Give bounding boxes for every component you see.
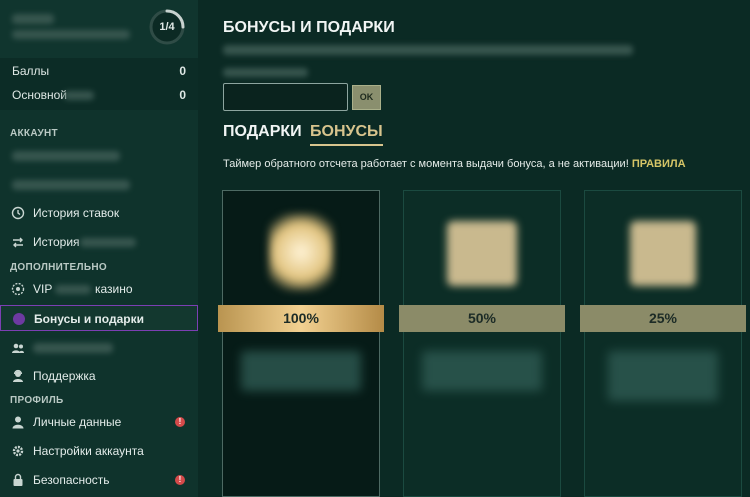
balance-currency-blurred — [64, 91, 94, 100]
vip-badge-icon — [11, 282, 25, 296]
balance-value: 0 — [179, 64, 186, 78]
bonus-card-50[interactable] — [403, 190, 561, 497]
bonus-card-image — [630, 221, 696, 286]
sidebar-item-support[interactable]: Поддержка — [0, 363, 198, 389]
sidebar-item-label-suffix: казино — [95, 282, 133, 296]
balance-main: Основной 0 — [12, 85, 186, 105]
user-icon — [11, 415, 25, 429]
sidebar-item-label: Бонусы и подарки — [34, 312, 144, 326]
sidebar-item-label: История — [33, 235, 80, 249]
blurred-label — [55, 285, 91, 294]
blurred-label — [12, 180, 130, 190]
blurred-label — [33, 343, 113, 353]
swap-arrows-icon — [11, 235, 25, 249]
clock-icon — [11, 206, 25, 220]
page-title: БОНУСЫ И ПОДАРКИ — [223, 19, 395, 36]
timer-notice: Таймер обратного отсчета работает с моме… — [223, 158, 686, 170]
bonus-card-text-blurred — [608, 351, 718, 401]
rules-link[interactable]: ПРАВИЛА — [632, 158, 686, 170]
bonus-card-text-blurred — [422, 351, 542, 391]
bonus-card-image — [269, 213, 333, 291]
bonus-percent-badge: 100% — [218, 305, 384, 332]
sidebar-item-security[interactable]: Безопасность ! — [0, 467, 198, 493]
gift-icon — [12, 312, 26, 326]
users-icon — [11, 341, 25, 355]
balances: Баллы 0 Основной 0 — [0, 58, 198, 110]
username-blurred — [12, 14, 54, 24]
bonus-percent-badge: 50% — [399, 305, 565, 332]
timer-notice-text: Таймер обратного отсчета работает с моме… — [223, 158, 629, 170]
sidebar-item-label: Личные данные — [33, 415, 122, 429]
description-blurred — [223, 45, 633, 55]
sidebar: 1/4 Баллы 0 Основной 0 АККАУНТ История с… — [0, 0, 198, 497]
support-agent-icon — [11, 369, 25, 383]
bonus-card-text-blurred — [241, 351, 361, 391]
section-title-account: АККАУНТ — [10, 128, 58, 139]
bonus-card-100[interactable] — [222, 190, 380, 497]
main-content: БОНУСЫ И ПОДАРКИ OK ПОДАРКИ БОНУСЫ Тайме… — [198, 0, 750, 497]
tab-gifts[interactable]: ПОДАРКИ — [223, 123, 302, 141]
lock-icon — [11, 473, 25, 487]
alert-icon: ! — [175, 475, 185, 485]
promo-code-input[interactable] — [223, 83, 348, 111]
sidebar-item-label: Безопасность — [33, 473, 110, 487]
blurred-label — [80, 238, 136, 247]
bonus-percent-badge: 25% — [580, 305, 746, 332]
sidebar-item-bonuses[interactable]: Бонусы и подарки — [0, 305, 198, 331]
balance-value: 0 — [179, 88, 186, 102]
section-title-extra: ДОПОЛНИТЕЛЬНО — [10, 262, 107, 273]
sidebar-item-label: Настройки аккаунта — [33, 444, 144, 458]
balance-label: Основной — [12, 88, 68, 102]
sidebar-item-blurred-2[interactable] — [0, 172, 198, 198]
bonus-card-25[interactable] — [584, 190, 742, 497]
user-card: 1/4 — [0, 0, 198, 58]
user-id-blurred — [12, 30, 130, 39]
balance-points: Баллы 0 — [12, 61, 186, 81]
alert-icon: ! — [175, 417, 185, 427]
progress-label: 1/4 — [159, 21, 175, 33]
blurred-label — [12, 151, 120, 161]
ok-button[interactable]: OK — [352, 85, 381, 110]
sidebar-item-label: VIP — [33, 282, 53, 296]
gear-icon — [11, 444, 25, 458]
sidebar-item-label: История ставок — [33, 206, 120, 220]
sidebar-item-account-settings[interactable]: Настройки аккаунта — [0, 438, 198, 464]
sidebar-item-label: Поддержка — [33, 369, 96, 383]
sidebar-item-blurred-1[interactable] — [0, 143, 198, 169]
level-progress-ring[interactable]: 1/4 — [148, 8, 186, 46]
sidebar-item-history[interactable]: История — [0, 229, 198, 255]
sidebar-item-personal-data[interactable]: Личные данные ! — [0, 409, 198, 435]
sidebar-item-vip[interactable]: VIP казино — [0, 276, 198, 302]
sidebar-item-bet-history[interactable]: История ставок — [0, 200, 198, 226]
balance-label: Баллы — [12, 64, 50, 78]
sidebar-item-blurred-3[interactable] — [0, 335, 198, 361]
promo-label-blurred — [223, 68, 308, 77]
section-title-profile: ПРОФИЛЬ — [10, 395, 64, 406]
bonus-card-image — [447, 221, 517, 286]
tab-bonuses[interactable]: БОНУСЫ — [310, 123, 383, 146]
